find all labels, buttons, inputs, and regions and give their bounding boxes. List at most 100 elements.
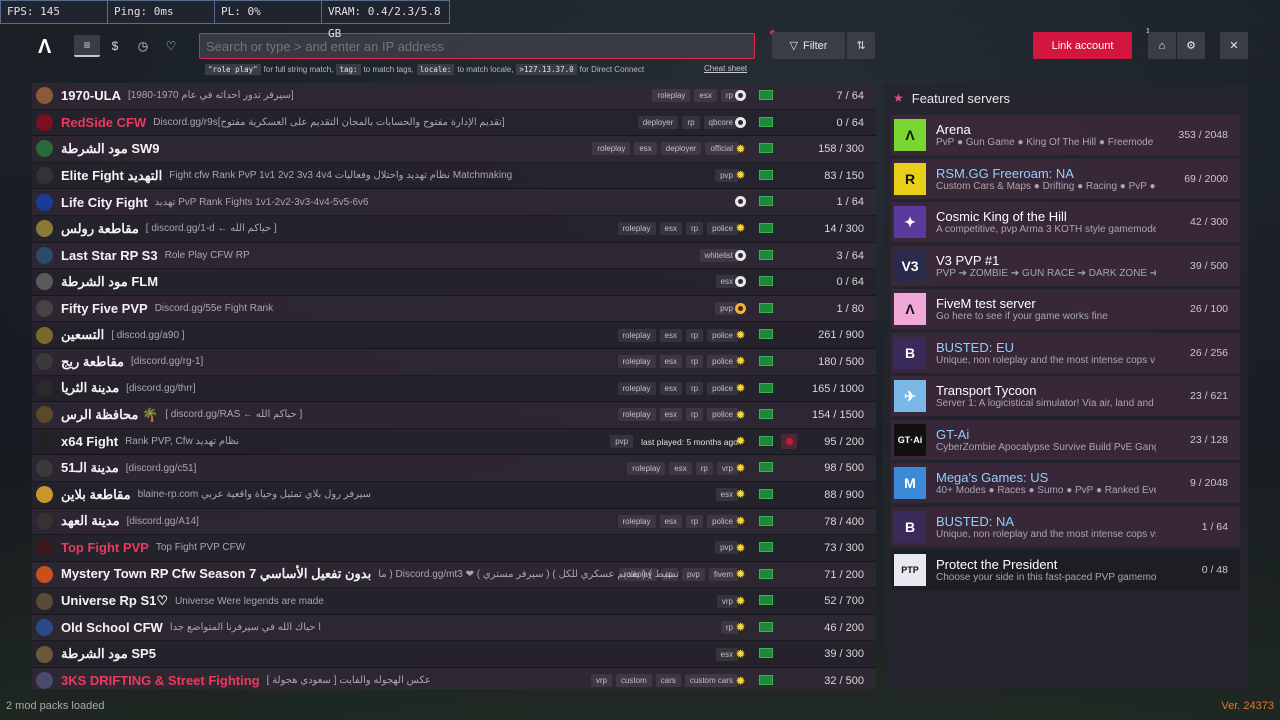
cheat-sheet-link[interactable]: Cheat sheet [704,64,747,73]
server-tag[interactable]: whitelist [699,248,738,262]
server-tag[interactable]: roleplay [617,222,656,236]
server-tag[interactable]: rp [685,381,704,395]
featured-server-card[interactable]: GT·Ai GT-Ai CyberZombie Apocalypse Survive… [891,419,1240,460]
featured-server-card[interactable]: PTP Protect the President Choose your side… [891,550,1240,590]
server-tag[interactable]: rp [685,408,704,422]
server-tag[interactable]: rp [685,514,704,528]
server-row[interactable]: مدينة الـ51 [discord.gg/c51] roleplay esx rp… [32,455,876,482]
featured-server-card[interactable]: ✈ Transport Tycoon Server 1: A logicistica… [891,376,1240,416]
server-tag[interactable]: roleplay [618,567,657,581]
server-tag[interactable]: deployer [637,115,679,129]
featured-server-card[interactable]: M Mega's Games: US 40+ Modes ● Races ● Sum… [891,463,1240,503]
server-tag[interactable]: esx [659,222,682,236]
featured-server-card[interactable]: Λ FiveM test server Go here to see if your… [891,289,1240,329]
featured-server-card[interactable]: B BUSTED: NA Unique, non roleplay and the … [891,506,1240,547]
server-tag[interactable]: pvp [610,435,634,449]
server-tag[interactable]: rp [682,115,700,129]
featured-server-card[interactable]: R RSM.GG Freeroam: NA Custom Cars & Maps ●… [891,158,1240,199]
favorite-icon[interactable] [781,433,797,449]
server-tag[interactable]: police [707,514,738,528]
server-row[interactable]: محافظة الرس 🌴[ discord.gg/RAS ← حياكم ال… [32,402,876,429]
server-row[interactable]: Life City Fight تهديد PvP Rank Fights 1v1… [32,189,876,216]
server-tag[interactable]: esx [669,461,692,475]
server-tag[interactable]: custom [615,674,652,688]
server-tag[interactable]: qbcore [703,115,738,129]
server-row[interactable]: Mystery Town RP Cfw Season 7 بدون تفعيل … [32,561,876,589]
server-row[interactable]: مقاطعة بلاين blaine-rp.com سيرفر رول بلاي… [32,481,876,509]
server-tag[interactable]: pvp [681,567,705,581]
sort-button[interactable]: ⇅ [847,32,875,59]
all-servers-tab-icon[interactable]: ≡ [74,35,100,57]
featured-server-card[interactable]: ✦ Cosmic King of the Hill A competitive, p… [891,202,1240,242]
history-tab-icon[interactable]: ◷ [130,35,156,57]
server-tag[interactable]: roleplay [627,461,666,475]
close-button[interactable]: ✕ [1220,32,1248,59]
server-tag[interactable]: official [705,142,738,156]
server-row[interactable]: مقاطعة رولس[ discord.gg/1-d ← حياكم الله… [32,215,876,243]
server-tag[interactable]: roleplay [617,381,656,395]
server-tag[interactable]: esx [659,408,682,422]
server-tag[interactable]: esx [634,142,657,156]
server-tag[interactable]: deployer [660,142,702,156]
server-row[interactable]: مقاطعة ريج [discord.gg/rg-1] roleplay esx rp… [32,348,876,376]
server-tag[interactable]: roleplay [652,89,691,103]
featured-server-card[interactable]: Λ Arena PvP ● Gun Game ● King Of The Hill … [891,115,1240,155]
server-row[interactable]: Old School CFW ا حياك الله في سيرفرنا الم… [32,614,876,642]
server-tag[interactable]: esx [659,514,682,528]
server-row[interactable]: 3KS DRIFTING & Street Fighting [ سعودي هج… [32,668,876,689]
mod-packs-status: 2 mod packs loaded [6,700,105,712]
server-row[interactable]: مود الشرطة SP5 esx ✹ 39 / 300 [32,641,876,669]
server-tag[interactable]: custom cars [684,674,738,688]
favorites-tab-icon[interactable]: ♡ [158,35,184,57]
server-tag[interactable]: police [707,222,738,236]
server-tag[interactable]: cars [655,674,681,688]
featured-server-card[interactable]: V3 V3 PVP #1 PVP ➔ ZOMBIE ➔ GUN RACE ➔ DAR… [891,245,1240,286]
server-row[interactable]: مدينة الثريا [discord.gg/thrr] roleplay esx… [32,375,876,403]
server-row[interactable]: RedSide CFW Discord.gg/r9s[تقديم الإدارة … [32,109,876,137]
server-row[interactable]: Top Fight PVP Top Fight PVP CFW pvp ✹ 73 / 3… [32,535,876,562]
link-account-button[interactable]: Link account [1033,32,1132,59]
server-tag[interactable]: roleplay [617,408,656,422]
server-row[interactable]: Last Star RP S3 Role Play CFW RP whitelist… [32,242,876,270]
server-tag[interactable]: vrp [590,674,612,688]
server-tags: roleplay esx rp police [617,402,738,428]
server-tag[interactable]: rp [685,222,704,236]
notifications-button[interactable]: ⌂ [1148,32,1176,59]
server-tag[interactable]: esx [659,355,682,369]
search-input[interactable] [199,33,755,59]
featured-server-logo: Λ [894,293,926,325]
server-tag[interactable]: police [707,328,738,342]
server-tag[interactable]: esx [659,328,682,342]
server-tag[interactable]: roleplay [617,328,656,342]
settings-button[interactable]: ⚙ [1177,32,1205,59]
server-list[interactable]: 1970-ULA [سيرفر تدور احداثه في عام 1970-1… [32,83,876,689]
server-tag[interactable]: roleplay [592,142,631,156]
server-tag[interactable]: rp [685,355,704,369]
filter-button[interactable]: ▽ Filter [772,32,845,59]
server-tag[interactable]: fivem [708,567,738,581]
featured-server-card[interactable]: B BUSTED: EU Unique, non roleplay and the … [891,332,1240,373]
fivem-logo-icon[interactable]: Λ [38,36,54,58]
server-row[interactable]: Elite Fight التهديد Fight cfw Rank PvP 1v… [32,162,876,190]
server-tag[interactable]: police [707,355,738,369]
server-row[interactable]: Fifty Five PVP Discord.gg/55e Fight Rank p… [32,295,876,323]
server-row[interactable]: مود الشرطة SW9 roleplay esx deployer officia… [32,136,876,163]
server-tag[interactable]: police [707,381,738,395]
hint-text: for full string match, [263,65,334,74]
server-row[interactable]: مدينة العهد [discord.gg/A14] roleplay esx rp… [32,508,876,536]
server-tags: pvp last played: 5 months ago [610,429,738,455]
server-row[interactable]: x64 Fight Rank PVP, Cfw نظام تهديد pvp last… [32,428,876,456]
server-row[interactable]: التسعين[ discod.gg/a90 ] roleplay esx rp pol… [32,322,876,349]
supporters-tab-icon[interactable]: $ [102,35,128,57]
server-tag[interactable]: police [707,408,738,422]
server-tag[interactable]: roleplay [617,514,656,528]
server-tag[interactable]: roleplay [617,355,656,369]
server-row[interactable]: Universe Rp S1♡ Universe Were legends are… [32,588,876,615]
server-row[interactable]: 1970-ULA [سيرفر تدور احداثه في عام 1970-1… [32,83,876,110]
server-tag[interactable]: esx [659,381,682,395]
server-tag[interactable]: rp [695,461,713,475]
server-row[interactable]: مود الشرطة FLM esx 0 / 64 [32,269,876,296]
server-tag[interactable]: rp [685,328,704,342]
server-tag[interactable]: esx [694,89,717,103]
server-tag[interactable]: rp [660,567,678,581]
